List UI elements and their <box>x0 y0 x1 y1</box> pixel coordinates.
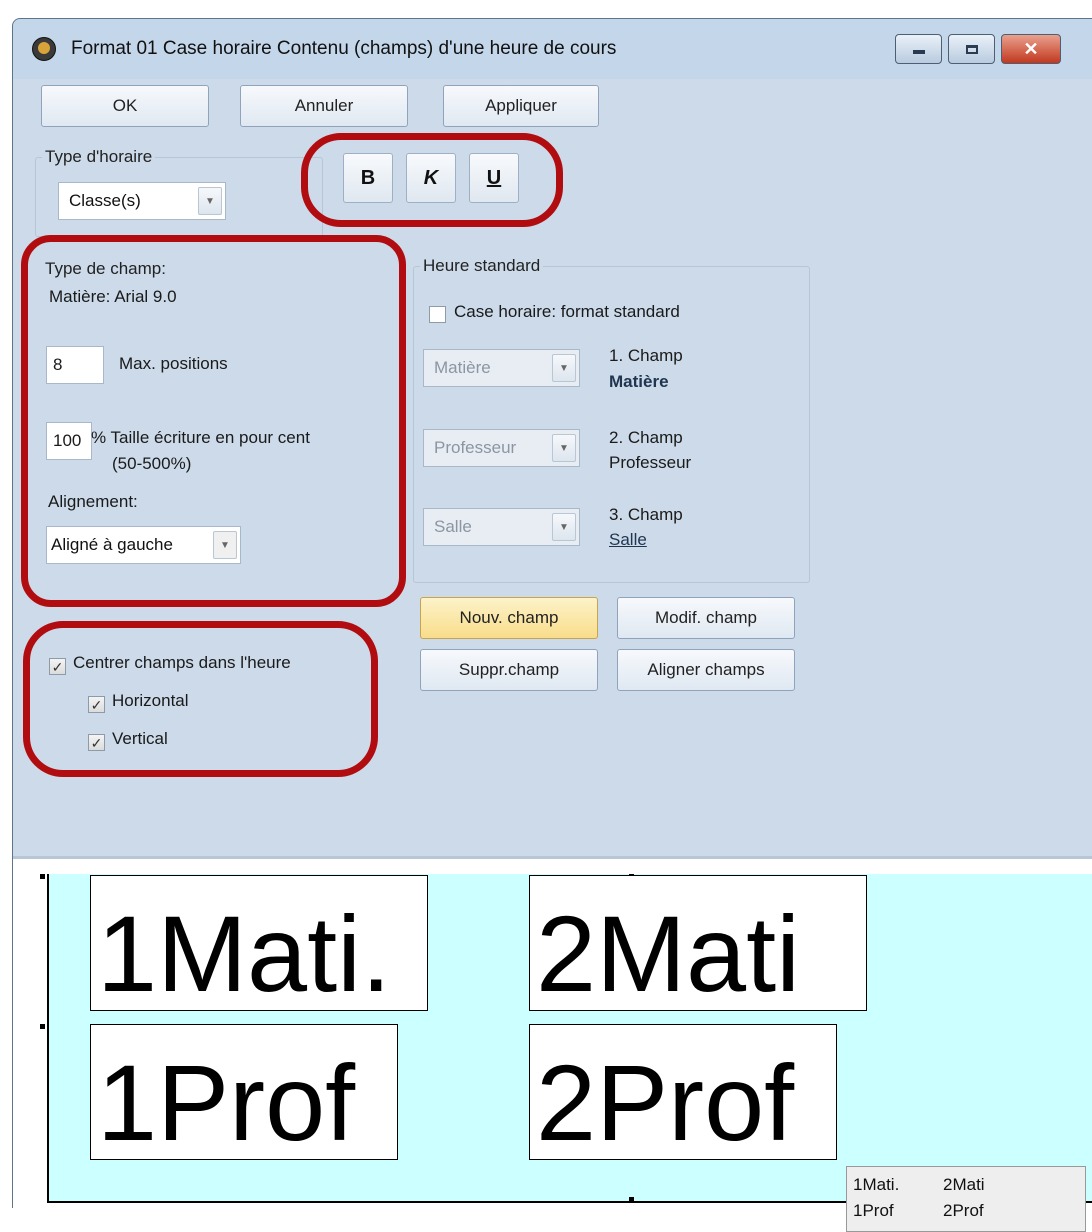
preview-field-1-subject[interactable]: 1Mati. <box>90 875 428 1011</box>
highlight-ring-centering <box>23 621 378 777</box>
chevron-down-icon[interactable]: ▼ <box>213 531 237 559</box>
field-2-name: Professeur <box>609 453 692 472</box>
field-3-caption: 3. Champ <box>609 505 683 524</box>
schedule-type-select[interactable]: Classe(s) ▼ <box>58 182 226 220</box>
preview-area: 1Mati. 2Mati 1Prof 2Prof 1Mati. 2Mati 1P… <box>13 856 1092 1232</box>
cell-marker <box>40 1024 45 1029</box>
clock-icon <box>32 37 56 61</box>
minimize-icon <box>912 50 925 54</box>
dialog-window: Format 01 Case horaire Contenu (champs) … <box>12 18 1092 1232</box>
horizontal-label: Horizontal <box>112 691 189 710</box>
preview-field-2-subject[interactable]: 2Mati <box>529 875 867 1011</box>
check-icon: ✓ <box>51 658 64 675</box>
delete-field-button[interactable]: Suppr.champ <box>420 649 598 691</box>
ok-button[interactable]: OK <box>41 85 209 127</box>
chevron-down-icon[interactable]: ▼ <box>552 354 576 382</box>
field-1-name: Matière <box>609 372 669 391</box>
field-3-name: Salle <box>609 530 647 549</box>
field-3-select[interactable]: Salle ▼ <box>423 508 580 546</box>
font-info-label: Matière: Arial 9.0 <box>49 287 177 306</box>
font-size-range-label: (50-500%) <box>112 454 192 473</box>
field-2-select[interactable]: Professeur ▼ <box>423 429 580 467</box>
max-positions-label: Max. positions <box>119 354 228 373</box>
minimize-button[interactable] <box>895 34 942 64</box>
alignment-select[interactable]: Aligné à gauche ▼ <box>46 526 241 564</box>
mini-field: 2Prof <box>943 1201 984 1220</box>
font-size-input[interactable]: 100 <box>46 422 92 460</box>
field-3-value: Salle <box>434 517 472 536</box>
mini-field: 2Mati <box>943 1175 985 1194</box>
field-2-caption: 2. Champ <box>609 428 683 447</box>
chevron-down-icon[interactable]: ▼ <box>552 513 576 541</box>
underline-button[interactable]: U <box>469 153 519 203</box>
align-fields-button[interactable]: Aligner champs <box>617 649 795 691</box>
vertical-checkbox[interactable]: ✓ <box>88 734 105 751</box>
alignment-label: Alignement: <box>48 492 138 511</box>
max-positions-input[interactable]: 8 <box>46 346 104 384</box>
standard-format-label: Case horaire: format standard <box>454 302 680 321</box>
alignment-value: Aligné à gauche <box>51 535 173 554</box>
field-1-caption: 1. Champ <box>609 346 683 365</box>
font-size-label: % Taille écriture en pour cent <box>91 428 310 447</box>
field-type-legend: Type de champ: <box>45 259 166 278</box>
check-icon: ✓ <box>90 734 103 751</box>
bold-button[interactable]: B <box>343 153 393 203</box>
check-icon: ✓ <box>90 696 103 713</box>
schedule-type-value: Classe(s) <box>69 191 141 210</box>
close-button[interactable]: ✕ <box>1001 34 1061 64</box>
new-field-button[interactable]: Nouv. champ <box>420 597 598 639</box>
preview-thumbnail: 1Mati. 2Mati 1Prof 2Prof <box>846 1166 1086 1232</box>
center-fields-label: Centrer champs dans l'heure <box>73 653 291 672</box>
field-2-value: Professeur <box>434 438 517 457</box>
window-title: Format 01 Case horaire Contenu (champs) … <box>71 38 617 59</box>
vertical-label: Vertical <box>112 729 168 748</box>
title-bar[interactable]: Format 01 Case horaire Contenu (champs) … <box>13 19 1092 79</box>
preview-divider <box>13 856 1092 859</box>
cell-marker <box>40 874 45 879</box>
chevron-down-icon[interactable]: ▼ <box>198 187 222 215</box>
cancel-button[interactable]: Annuler <box>240 85 408 127</box>
chevron-down-icon[interactable]: ▼ <box>552 434 576 462</box>
field-1-value: Matière <box>434 358 491 377</box>
field-1-select[interactable]: Matière ▼ <box>423 349 580 387</box>
standard-hour-legend: Heure standard <box>423 256 541 275</box>
horizontal-checkbox[interactable]: ✓ <box>88 696 105 713</box>
mini-field: 1Prof <box>853 1201 894 1220</box>
maximize-icon <box>965 44 978 54</box>
modify-field-button[interactable]: Modif. champ <box>617 597 795 639</box>
preview-field-1-teacher[interactable]: 1Prof <box>90 1024 398 1160</box>
standard-format-checkbox[interactable] <box>429 306 446 323</box>
apply-button[interactable]: Appliquer <box>443 85 599 127</box>
preview-field-2-teacher[interactable]: 2Prof <box>529 1024 837 1160</box>
mini-field: 1Mati. <box>853 1175 900 1194</box>
schedule-type-legend: Type d'horaire <box>45 147 153 166</box>
maximize-button[interactable] <box>948 34 995 64</box>
close-icon: ✕ <box>1023 38 1039 59</box>
italic-button[interactable]: K <box>406 153 456 203</box>
center-fields-checkbox[interactable]: ✓ <box>49 658 66 675</box>
cell-marker <box>629 1197 634 1202</box>
